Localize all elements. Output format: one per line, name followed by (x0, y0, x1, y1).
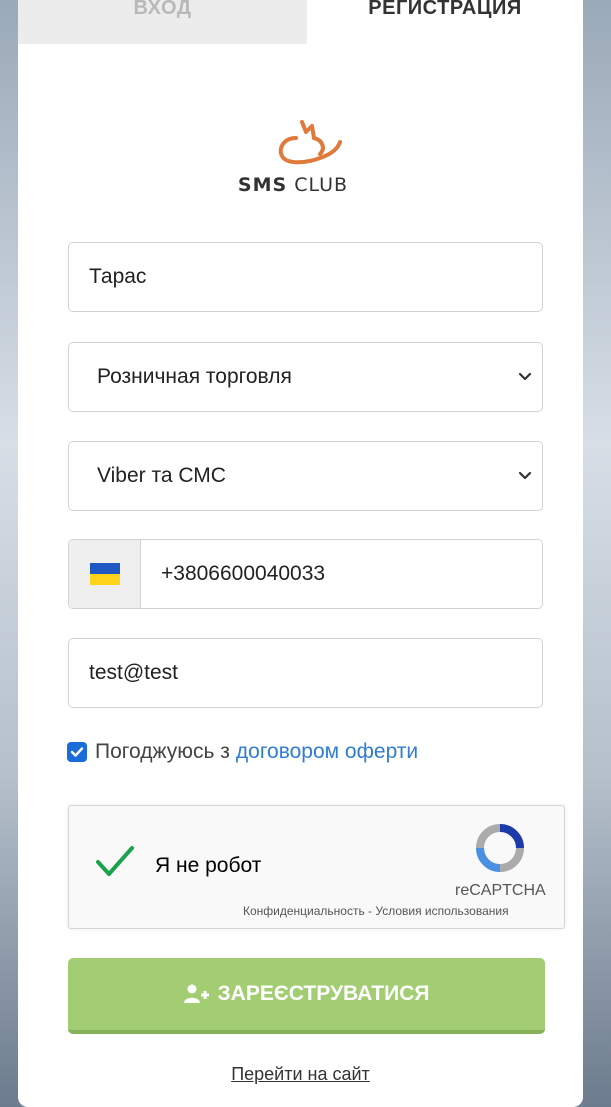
logo-text: SMS CLUB (237, 174, 349, 196)
name-field[interactable]: Тарас (68, 242, 543, 312)
sms-club-logo: SMS CLUB (228, 118, 368, 198)
name-value: Тарас (89, 265, 147, 288)
channel-value: Viber та СМС (97, 464, 226, 487)
chevron-down-icon (518, 471, 532, 480)
register-button[interactable]: ЗАРЕЄСТРУВАТИСЯ (68, 958, 545, 1034)
auth-tabs: ВХОД РЕГИСТРАЦИЯ (18, 0, 583, 44)
tab-register[interactable]: РЕГИСТРАЦИЯ (307, 0, 583, 44)
background-right (583, 0, 611, 1107)
captcha-check-icon[interactable] (95, 844, 135, 880)
go-to-site-link[interactable]: Перейти на сайт (18, 1064, 583, 1085)
recaptcha-brand: reCAPTCHA (455, 882, 546, 899)
chevron-down-icon (518, 372, 532, 381)
offer-agreement-link[interactable]: договором оферти (236, 740, 418, 764)
ukraine-flag-icon (89, 563, 120, 585)
phone-field[interactable]: +3806600040033 (68, 539, 543, 609)
industry-select[interactable]: Розничная торговля (68, 342, 543, 412)
recaptcha-logo-icon (476, 824, 524, 872)
tab-login[interactable]: ВХОД (18, 0, 307, 44)
tab-register-label: РЕГИСТРАЦИЯ (368, 0, 522, 19)
register-button-label: ЗАРЕЄСТРУВАТИСЯ (217, 982, 430, 1005)
tab-login-label: ВХОД (133, 0, 192, 19)
checkmark-icon (70, 747, 84, 757)
recaptcha-widget: Я не робот reCAPTCHA Конфиденциальность … (68, 805, 565, 929)
country-selector[interactable] (69, 540, 141, 608)
fox-icon (278, 120, 342, 165)
background-left (0, 0, 18, 1107)
captcha-label: Я не робот (155, 854, 262, 877)
industry-value: Розничная торговля (97, 365, 292, 388)
recaptcha-links[interactable]: Конфиденциальность - Условия использован… (243, 904, 509, 918)
phone-value: +3806600040033 (161, 562, 326, 585)
agree-text: Погоджуюсь з (95, 740, 230, 763)
email-value: test@test (89, 661, 179, 684)
auth-panel: ВХОД РЕГИСТРАЦИЯ SMS CLUB Тарас Рознична… (18, 0, 583, 1107)
email-field[interactable]: test@test (68, 638, 543, 708)
agree-checkbox[interactable] (67, 742, 87, 762)
add-user-icon (183, 984, 210, 1004)
channel-select[interactable]: Viber та СМС (68, 441, 543, 511)
agree-row: Погоджуюсь з договором оферти (67, 740, 418, 764)
